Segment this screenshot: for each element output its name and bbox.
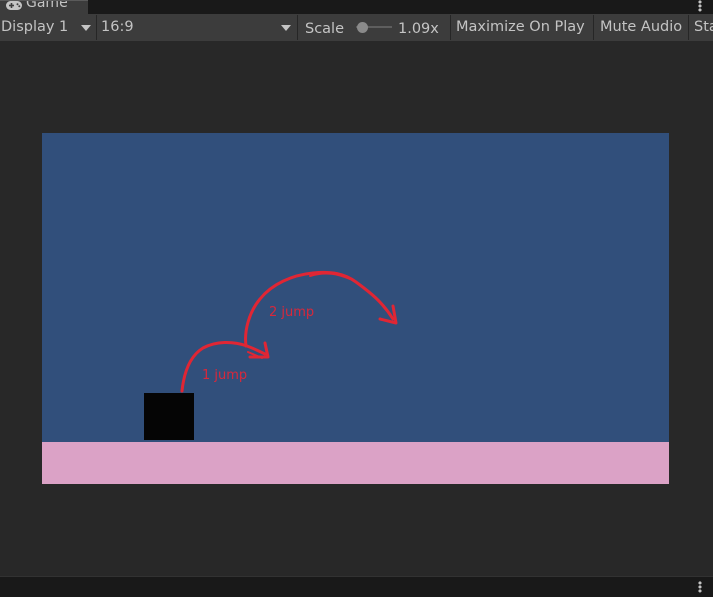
tab-bar: Game • • • bbox=[0, 0, 713, 14]
tab-title: Game bbox=[26, 0, 68, 11]
display-dropdown[interactable]: Display 1 bbox=[0, 14, 96, 41]
maximize-on-play-toggle[interactable]: Maximize On Play bbox=[451, 14, 593, 41]
jump-1-label: 1 jump bbox=[202, 368, 248, 383]
stats-label: Stats bbox=[694, 19, 713, 35]
ground-platform bbox=[42, 442, 669, 484]
jump-2-label: 2 jump bbox=[269, 305, 315, 320]
maximize-on-play-label: Maximize On Play bbox=[456, 19, 585, 35]
chevron-down-icon bbox=[81, 25, 91, 31]
scale-slider-knob[interactable] bbox=[356, 22, 368, 33]
game-window: Game • • • Display 1 16:9 Scale 1.09x Maxi… bbox=[0, 0, 713, 597]
game-canvas[interactable] bbox=[42, 133, 669, 484]
stats-toggle[interactable]: Stats bbox=[689, 14, 713, 41]
aspect-dropdown[interactable]: 16:9 bbox=[97, 14, 297, 41]
scale-label: Scale bbox=[305, 21, 345, 37]
tab-game[interactable]: Game bbox=[0, 0, 88, 14]
player-square bbox=[144, 393, 194, 440]
display-dropdown-label: Display 1 bbox=[1, 19, 69, 35]
mute-audio-label: Mute Audio bbox=[600, 19, 683, 35]
chevron-down-icon bbox=[281, 25, 291, 31]
aspect-dropdown-label: 16:9 bbox=[101, 19, 134, 35]
tab-more-menu-icon[interactable]: • • • bbox=[696, 0, 704, 14]
scale-value: 1.09x bbox=[398, 21, 439, 37]
footer-more-menu-icon[interactable]: • • • bbox=[696, 578, 704, 597]
status-bar: • • • bbox=[0, 576, 713, 597]
gamepad-icon bbox=[6, 1, 22, 10]
mute-audio-toggle[interactable]: Mute Audio bbox=[594, 14, 688, 41]
